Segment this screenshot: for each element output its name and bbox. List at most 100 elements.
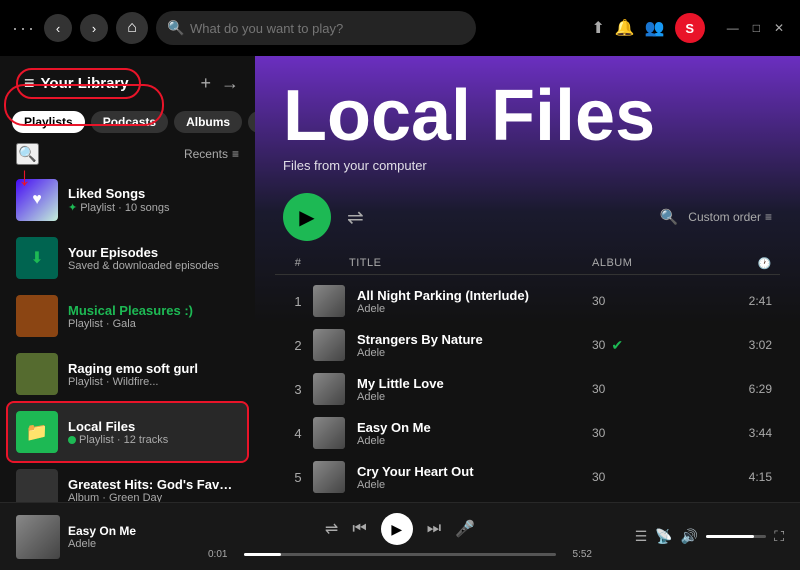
track-row[interactable]: 3 My Little Love Adele 30 6:29 bbox=[275, 367, 780, 411]
track-row[interactable]: 1 All Night Parking (Interlude) Adele 30… bbox=[275, 279, 780, 323]
bell-icon[interactable]: 🔔 bbox=[615, 18, 635, 38]
add-library-button[interactable]: + bbox=[200, 73, 211, 94]
track-art bbox=[313, 285, 345, 317]
track-name: Easy On Me bbox=[357, 420, 592, 435]
content-area: Local Files Files from your computer ▶ ⇌… bbox=[255, 56, 800, 502]
track-table-header: # Title Album 🕐 bbox=[275, 253, 780, 275]
lyrics-button[interactable]: 🎤 bbox=[455, 519, 475, 539]
search-wrapper: 🔍 bbox=[156, 11, 476, 45]
tab-albums[interactable]: Albums bbox=[174, 111, 242, 133]
upload-icon[interactable]: ⬆ bbox=[591, 18, 604, 38]
track-artist: Adele bbox=[357, 347, 592, 359]
nav-back-button[interactable]: ‹ bbox=[44, 14, 72, 42]
track-num: 5 bbox=[283, 470, 313, 485]
volume-fill bbox=[706, 535, 754, 538]
track-num: 1 bbox=[283, 294, 313, 309]
col-header-num: # bbox=[283, 257, 313, 270]
queue-button[interactable]: ☰ bbox=[635, 528, 648, 545]
green-dot-icon bbox=[68, 436, 76, 444]
minimize-button[interactable]: — bbox=[723, 19, 743, 37]
liked-songs-info: Liked Songs ✦ Playlist · 10 songs bbox=[68, 186, 239, 214]
col-header-duration: 🕐 bbox=[712, 257, 772, 270]
content-header: Local Files Files from your computer bbox=[255, 56, 800, 181]
sidebar-item-liked-songs[interactable]: ♥ Liked Songs ✦ Playlist · 10 songs bbox=[8, 171, 247, 229]
search-input[interactable] bbox=[156, 11, 476, 45]
track-artist: Adele bbox=[357, 435, 592, 447]
greatest-hits-name: Greatest Hits: God's Favorite Band bbox=[68, 477, 239, 492]
track-art bbox=[313, 373, 345, 405]
search-tracks-button[interactable]: 🔍 bbox=[660, 208, 679, 226]
sidebar-search-button[interactable]: 🔍 bbox=[16, 143, 39, 165]
track-duration: 3:02 bbox=[712, 338, 772, 352]
sidebar-header: ≡ Your Library + → bbox=[0, 56, 255, 107]
track-row[interactable]: 5 Cry Your Heart Out Adele 30 4:15 bbox=[275, 455, 780, 499]
sidebar-item-local-files[interactable]: 📁 Local Files Playlist · 12 tracks bbox=[8, 403, 247, 461]
connect-button[interactable]: 📡 bbox=[655, 528, 672, 545]
friends-icon[interactable]: 👥 bbox=[645, 18, 665, 38]
sidebar-item-your-episodes[interactable]: ⬇ Your Episodes Saved & downloaded episo… bbox=[8, 229, 247, 287]
library-label: Your Library bbox=[41, 75, 129, 92]
greatest-hits-meta: Album · Green Day bbox=[68, 492, 239, 503]
shuffle-button[interactable]: ⇌ bbox=[347, 205, 364, 230]
expand-library-button[interactable]: → bbox=[221, 73, 239, 94]
track-thumb bbox=[313, 373, 345, 405]
window-controls: — □ ✕ bbox=[723, 19, 788, 37]
raging-name: Raging emo soft gurl bbox=[68, 361, 239, 376]
greatest-hits-thumb bbox=[16, 469, 58, 502]
col-header-thumb bbox=[313, 257, 349, 270]
local-files-thumb: 📁 bbox=[16, 411, 58, 453]
next-button[interactable]: ⏭ bbox=[427, 520, 441, 538]
home-button[interactable]: ⌂ bbox=[116, 12, 148, 44]
track-art bbox=[313, 461, 345, 493]
episodes-thumb: ⬇ bbox=[16, 237, 58, 279]
track-art bbox=[313, 417, 345, 449]
custom-order-button[interactable]: Custom order ≡ bbox=[688, 210, 772, 224]
player-album-art bbox=[16, 515, 60, 559]
musical-info: Musical Pleasures :) Playlist · Gala bbox=[68, 303, 239, 330]
time-current: 0:01 bbox=[208, 549, 236, 560]
track-info: Strangers By Nature Adele bbox=[349, 332, 592, 359]
volume-bar[interactable] bbox=[706, 535, 766, 538]
track-num: 4 bbox=[283, 426, 313, 441]
avatar[interactable]: S bbox=[675, 13, 705, 43]
recents-label: Recents ≡ bbox=[184, 147, 239, 161]
tab-podcasts[interactable]: Podcasts bbox=[91, 111, 168, 133]
folder-icon: 📁 bbox=[26, 422, 48, 443]
track-row[interactable]: 4 Easy On Me Adele 30 3:44 bbox=[275, 411, 780, 455]
shuffle-player-button[interactable]: ⇌ bbox=[325, 519, 338, 539]
play-pause-button[interactable]: ▶ bbox=[381, 513, 413, 545]
maximize-button[interactable]: □ bbox=[749, 19, 764, 37]
musical-name: Musical Pleasures :) bbox=[68, 303, 239, 318]
track-album: 30 bbox=[592, 382, 712, 396]
content-controls: ▶ ⇌ 🔍 Custom order ≡ bbox=[255, 181, 800, 253]
sidebar-header-actions: + → bbox=[200, 73, 239, 94]
content-subtitle: Files from your computer bbox=[283, 158, 772, 173]
content-title: Local Files bbox=[283, 80, 772, 152]
liked-songs-meta: ✦ Playlist · 10 songs bbox=[68, 201, 239, 214]
close-button[interactable]: ✕ bbox=[770, 19, 788, 37]
episodes-name: Your Episodes bbox=[68, 245, 239, 260]
prev-button[interactable]: ⏮ bbox=[352, 520, 366, 538]
library-title-wrap: ≡ Your Library bbox=[16, 68, 141, 99]
track-row[interactable]: 2 Strangers By Nature Adele 30 ✔ 3:02 bbox=[275, 323, 780, 367]
sidebar-item-raging-emo[interactable]: Raging emo soft gurl Playlist · Wildfire… bbox=[8, 345, 247, 403]
sidebar-item-greatest-hits[interactable]: Greatest Hits: God's Favorite Band Album… bbox=[8, 461, 247, 502]
raging-thumb bbox=[16, 353, 58, 395]
progress-fill bbox=[244, 553, 281, 556]
player-controls: ⇌ ⏮ ▶ ⏭ 🎤 bbox=[325, 513, 475, 545]
track-thumb bbox=[313, 417, 345, 449]
fullscreen-button[interactable]: ⛶ bbox=[774, 528, 784, 545]
track-num: 2 bbox=[283, 338, 313, 353]
nav-forward-button[interactable]: › bbox=[80, 14, 108, 42]
tab-playlists[interactable]: Playlists bbox=[12, 111, 85, 133]
track-artist: Adele bbox=[357, 303, 592, 315]
play-button[interactable]: ▶ bbox=[283, 193, 331, 241]
controls-right: 🔍 Custom order ≡ bbox=[660, 208, 772, 226]
track-thumb bbox=[313, 285, 345, 317]
volume-icon[interactable]: 🔊 bbox=[681, 528, 698, 545]
sidebar-item-musical-pleasures[interactable]: Musical Pleasures :) Playlist · Gala bbox=[8, 287, 247, 345]
progress-bar[interactable] bbox=[244, 553, 556, 556]
top-right-icons: ⬆ 🔔 👥 S — □ ✕ bbox=[591, 13, 788, 43]
tab-artists[interactable]: Ar bbox=[248, 111, 255, 133]
track-album: 30 bbox=[592, 294, 712, 308]
